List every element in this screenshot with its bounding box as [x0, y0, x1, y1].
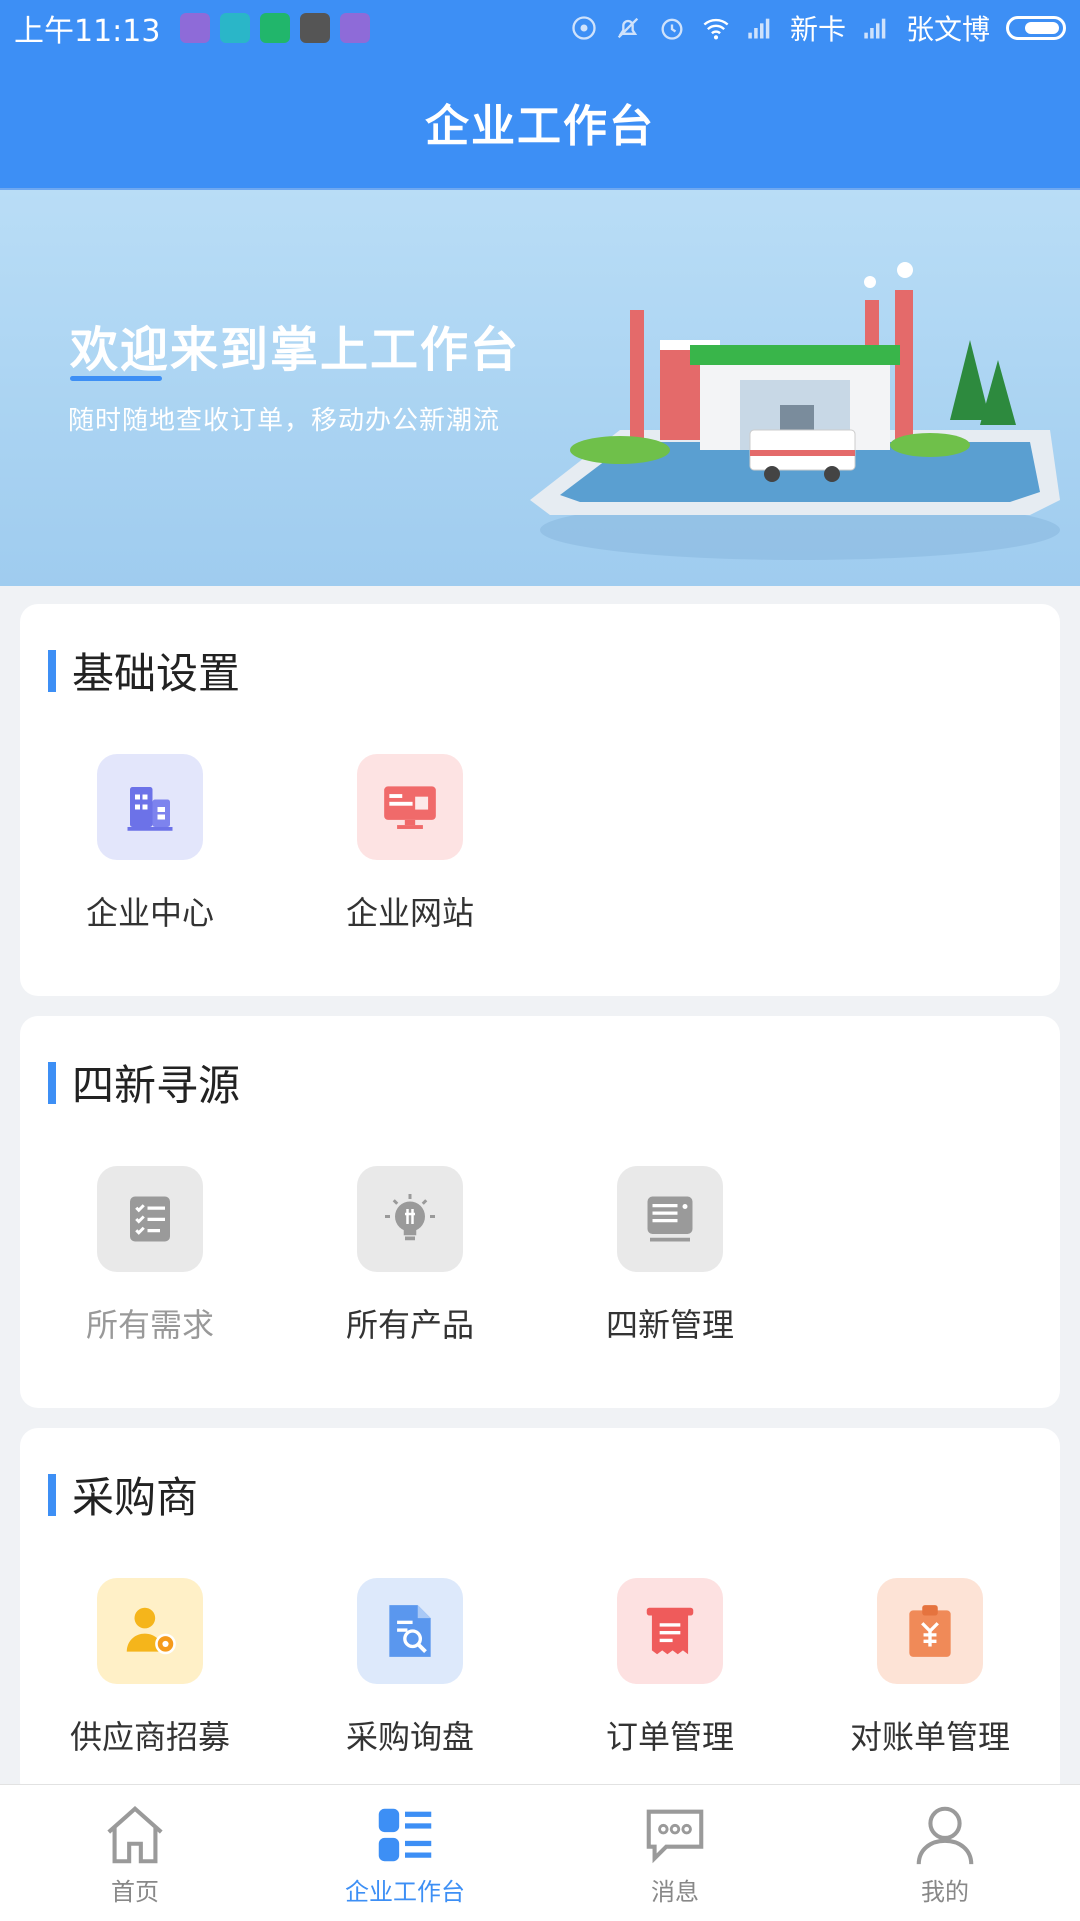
signal-icon — [864, 18, 886, 39]
section-purchaser: 采购商 供应商招募 采购询盘 订单管理 对账单管理 — [20, 1428, 1060, 1800]
nav-label: 企业工作台 — [345, 1877, 465, 1906]
document-search-icon — [357, 1578, 463, 1684]
carrier-label: 张文博 — [905, 13, 990, 46]
tile-enterprise-center[interactable]: 企业中心 — [20, 754, 280, 934]
app-notification-icon — [340, 13, 371, 43]
section-marker — [48, 1473, 56, 1516]
welcome-banner[interactable]: 欢迎来到掌上工作台 随时随地查收订单，移动办公新潮流 — [0, 190, 1080, 586]
nav-label: 我的 — [921, 1877, 969, 1906]
section-marker — [48, 1061, 56, 1104]
app-notification-icon — [300, 13, 331, 43]
nav-workbench[interactable]: 企业工作台 — [270, 1785, 540, 1921]
hotspot-icon — [572, 16, 596, 40]
tile-statement-management[interactable]: 对账单管理 — [800, 1578, 1060, 1758]
app-notification-icon — [180, 13, 211, 43]
workbench-icon — [378, 1808, 432, 1861]
factory-illustration — [530, 262, 1060, 560]
message-icon — [646, 1809, 704, 1863]
home-icon — [107, 1805, 163, 1863]
tile-all-demands[interactable]: 所有需求 — [20, 1166, 280, 1346]
tile-four-new-management[interactable]: 四新管理 — [540, 1166, 800, 1346]
server-icon — [617, 1166, 723, 1272]
section-title: 基础设置 — [72, 649, 241, 698]
alarm-icon — [661, 18, 683, 40]
tile-all-products[interactable]: 所有产品 — [280, 1166, 540, 1346]
website-monitor-icon — [357, 754, 463, 860]
banner-title: 欢迎来到掌上工作台 — [70, 322, 521, 378]
tile-label: 供应商招募 — [69, 1718, 230, 1756]
checklist-icon — [97, 1166, 203, 1272]
receipt-icon — [617, 1578, 723, 1684]
nav-home[interactable]: 首页 — [0, 1785, 270, 1921]
tile-label: 所有产品 — [345, 1306, 474, 1344]
signal-icon — [748, 18, 770, 39]
section-title: 采购商 — [72, 1473, 199, 1522]
nav-label: 消息 — [651, 1877, 699, 1906]
tile-supplier-recruitment[interactable]: 供应商招募 — [20, 1578, 280, 1758]
tile-label: 企业中心 — [85, 894, 214, 932]
tile-label: 订单管理 — [605, 1718, 734, 1756]
section-basic-settings: 基础设置 企业中心 企业网站 — [20, 604, 1060, 996]
shield-notification-icon — [260, 13, 291, 43]
tile-label: 采购询盘 — [345, 1718, 474, 1756]
app-notification-icon — [220, 13, 251, 43]
tile-purchase-inquiry[interactable]: 采购询盘 — [280, 1578, 540, 1758]
section-title: 四新寻源 — [72, 1061, 241, 1110]
section-marker — [48, 649, 56, 692]
tile-label: 企业网站 — [345, 894, 474, 932]
lightbulb-icon — [357, 1166, 463, 1272]
nav-profile[interactable]: 我的 — [810, 1785, 1080, 1921]
mute-icon — [617, 17, 639, 39]
tile-label: 对账单管理 — [849, 1718, 1010, 1756]
section-four-new-sourcing: 四新寻源 所有需求 所有产品 四新管理 — [20, 1016, 1060, 1408]
building-icon — [97, 754, 203, 860]
status-time: 上午11:13 — [14, 14, 161, 49]
page-title: 企业工作台 — [425, 101, 655, 152]
bottom-navigation: 首页 企业工作台 消息 我的 — [0, 1784, 1080, 1921]
status-bar: 上午11:13 新卡 张文博 — [0, 0, 1080, 56]
app-bar: 企业工作台 — [0, 56, 1080, 190]
user-gear-icon — [97, 1578, 203, 1684]
battery-icon — [1006, 16, 1066, 40]
nav-label: 首页 — [111, 1877, 159, 1906]
tile-order-management[interactable]: 订单管理 — [540, 1578, 800, 1758]
banner-subtitle: 随时随地查收订单，移动办公新潮流 — [68, 406, 501, 436]
tile-enterprise-website[interactable]: 企业网站 — [280, 754, 540, 934]
user-icon — [916, 1806, 974, 1864]
tile-label: 四新管理 — [605, 1306, 734, 1344]
banner-underline — [70, 376, 162, 381]
wifi-icon — [703, 18, 729, 40]
nav-messages[interactable]: 消息 — [540, 1785, 810, 1921]
carrier-label: 新卡 — [789, 13, 846, 46]
tile-label: 所有需求 — [85, 1306, 214, 1344]
yen-clipboard-icon — [877, 1578, 983, 1684]
